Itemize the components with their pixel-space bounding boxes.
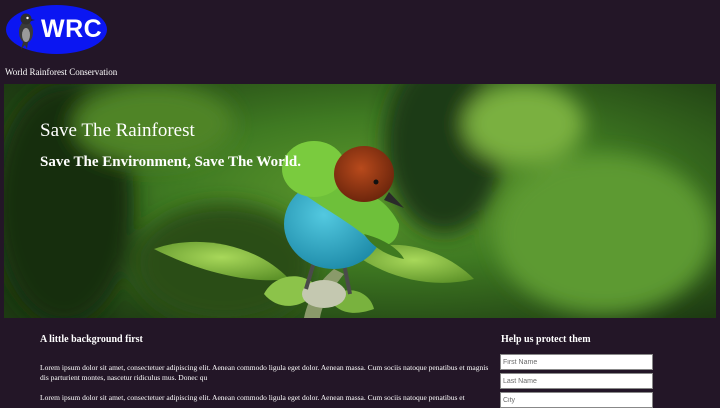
background-heading: A little background first: [40, 334, 143, 345]
hero-banner: Save The Rainforest Save The Environment…: [4, 84, 716, 318]
org-name: World Rainforest Conservation: [5, 67, 118, 77]
city-field[interactable]: [500, 392, 653, 408]
first-name-field[interactable]: [500, 354, 653, 370]
background-paragraph-1: Lorem ipsum dolor sit amet, consectetuer…: [40, 363, 489, 382]
bird-logo-icon: [19, 13, 35, 49]
hero-title: Save The Rainforest: [40, 120, 195, 141]
background-paragraph-2: Lorem ipsum dolor sit amet, consectetuer…: [40, 393, 465, 402]
hero-subtitle: Save The Environment, Save The World.: [40, 154, 302, 170]
wrc-logo[interactable]: WRC: [6, 5, 107, 54]
logo-text: WRC: [41, 15, 103, 43]
form-heading: Help us protect them: [501, 334, 591, 345]
last-name-field[interactable]: [500, 373, 653, 389]
